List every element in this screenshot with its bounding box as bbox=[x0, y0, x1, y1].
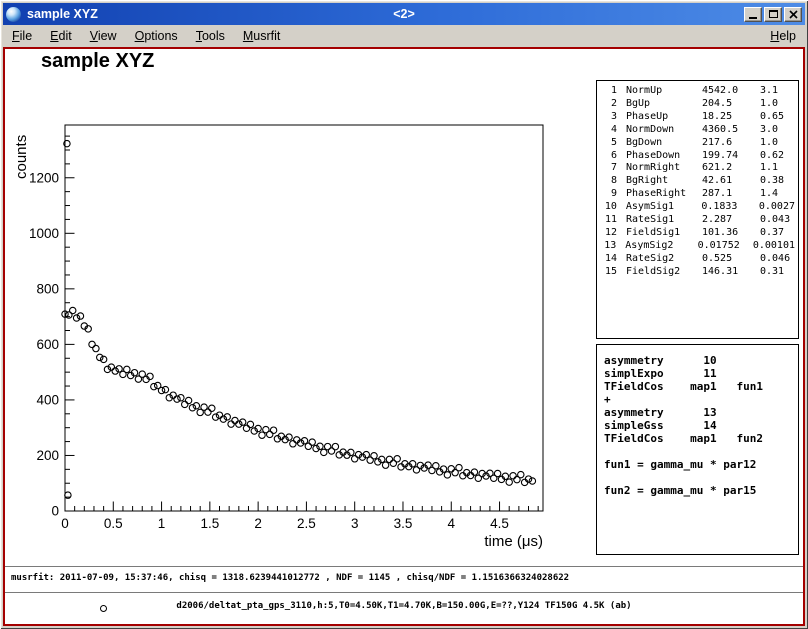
param-row: 2BgUp204.51.0 bbox=[602, 98, 795, 111]
svg-text:4.5: 4.5 bbox=[490, 516, 509, 531]
param-row: 3PhaseUp18.250.65 bbox=[602, 111, 795, 124]
fit-stats-line: musrfit: 2011-07-09, 15:37:46, chisq = 1… bbox=[11, 573, 799, 583]
theory-line: fun2 = gamma_mu * par15 bbox=[604, 484, 798, 497]
svg-text:3.5: 3.5 bbox=[394, 516, 413, 531]
theory-line: simplExpo 11 bbox=[604, 367, 798, 380]
svg-text:0: 0 bbox=[61, 516, 69, 531]
param-row: 9PhaseRight287.11.4 bbox=[602, 188, 795, 201]
svg-text:1200: 1200 bbox=[29, 170, 59, 185]
root-canvas: 0 0.5 1 1.5 2 2.5 3 3.5 4 4.5 0 200 400 600 800 1000 120… bbox=[3, 47, 805, 626]
svg-text:400: 400 bbox=[36, 392, 59, 407]
svg-text:1.5: 1.5 bbox=[200, 516, 219, 531]
menu-item-view[interactable]: View bbox=[81, 26, 126, 46]
parameter-box: 1NormUp4542.03.12BgUp204.51.03PhaseUp18.… bbox=[596, 80, 799, 339]
close-button[interactable] bbox=[784, 7, 802, 22]
app-icon[interactable] bbox=[6, 7, 21, 22]
theory-line: TFieldCos map1 fun2 bbox=[604, 432, 798, 445]
param-row: 11RateSig12.2870.043 bbox=[602, 214, 795, 227]
svg-text:1: 1 bbox=[158, 516, 166, 531]
svg-text:2.5: 2.5 bbox=[297, 516, 316, 531]
theory-line: + bbox=[604, 393, 798, 406]
svg-text:2: 2 bbox=[254, 516, 262, 531]
svg-text:600: 600 bbox=[36, 337, 59, 352]
svg-text:3: 3 bbox=[351, 516, 359, 531]
theory-line: TFieldCos map1 fun1 bbox=[604, 380, 798, 393]
param-row: 7NormRight621.21.1 bbox=[602, 162, 795, 175]
param-row: 10AsymSig10.18330.0027 bbox=[602, 201, 795, 214]
menu-item-file[interactable]: File bbox=[3, 26, 41, 46]
menu-item-tools[interactable]: Tools bbox=[187, 26, 234, 46]
session-label: <2> bbox=[393, 7, 415, 21]
param-row: 5BgDown217.61.0 bbox=[602, 137, 795, 150]
footer-separator-bottom bbox=[5, 592, 803, 593]
menu-item-help[interactable]: Help bbox=[761, 26, 805, 46]
param-row: 1NormUp4542.03.1 bbox=[602, 85, 795, 98]
maximize-button[interactable] bbox=[764, 7, 782, 22]
svg-text:time (μs): time (μs) bbox=[484, 533, 543, 550]
theory-line: asymmetry 13 bbox=[604, 406, 798, 419]
svg-text:0.5: 0.5 bbox=[104, 516, 123, 531]
param-row: 15FieldSig2146.310.31 bbox=[602, 266, 795, 279]
svg-text:4: 4 bbox=[448, 516, 456, 531]
maximize-icon bbox=[769, 10, 778, 18]
param-row: 14RateSig20.5250.046 bbox=[602, 253, 795, 266]
plot-title: sample XYZ bbox=[41, 50, 154, 73]
theory-line: simpleGss 14 bbox=[604, 419, 798, 432]
theory-line bbox=[604, 471, 798, 484]
close-icon bbox=[789, 10, 798, 19]
theory-line bbox=[604, 445, 798, 458]
menu-bar[interactable]: FileEditViewOptionsToolsMusrfit Help bbox=[3, 25, 805, 47]
window-controls bbox=[744, 7, 802, 22]
canvas-inner: 0 0.5 1 1.5 2 2.5 3 3.5 4 4.5 0 200 400 600 800 1000 120… bbox=[5, 49, 803, 624]
param-row: 8BgRight42.610.38 bbox=[602, 175, 795, 188]
svg-text:counts: counts bbox=[13, 135, 30, 179]
minimize-button[interactable] bbox=[744, 7, 762, 22]
menu-item-musrfit[interactable]: Musrfit bbox=[234, 26, 290, 46]
window-title: sample XYZ bbox=[27, 7, 98, 21]
theory-lines: asymmetry 10simplExpo 11TFieldCos map1 f… bbox=[604, 354, 798, 497]
param-row: 6PhaseDown199.740.62 bbox=[602, 150, 795, 163]
minimize-icon bbox=[749, 17, 757, 19]
svg-text:1000: 1000 bbox=[29, 226, 59, 241]
title-bar[interactable]: sample XYZ <2> bbox=[3, 3, 805, 25]
theory-box: asymmetry 10simplExpo 11TFieldCos map1 f… bbox=[596, 344, 799, 555]
footer-separator-top bbox=[5, 566, 803, 567]
param-row: 4NormDown4360.53.0 bbox=[602, 124, 795, 137]
theory-line: fun1 = gamma_mu * par12 bbox=[604, 458, 798, 471]
svg-text:200: 200 bbox=[36, 448, 59, 463]
app-window: sample XYZ <2> FileEditViewOptionsToolsM… bbox=[0, 0, 808, 629]
svg-text:800: 800 bbox=[36, 281, 59, 296]
svg-text:0: 0 bbox=[51, 504, 59, 519]
menu-item-edit[interactable]: Edit bbox=[41, 26, 81, 46]
legend-text: d2006/deltat_pta_gps_3110,h:5,T0=4.50K,T… bbox=[5, 601, 803, 611]
param-table: 1NormUp4542.03.12BgUp204.51.03PhaseUp18.… bbox=[602, 85, 795, 279]
param-row: 12FieldSig1101.360.37 bbox=[602, 227, 795, 240]
theory-line: asymmetry 10 bbox=[604, 354, 798, 367]
menu-item-options[interactable]: Options bbox=[126, 26, 187, 46]
param-row: 13AsymSig20.017520.00101 bbox=[602, 240, 795, 253]
